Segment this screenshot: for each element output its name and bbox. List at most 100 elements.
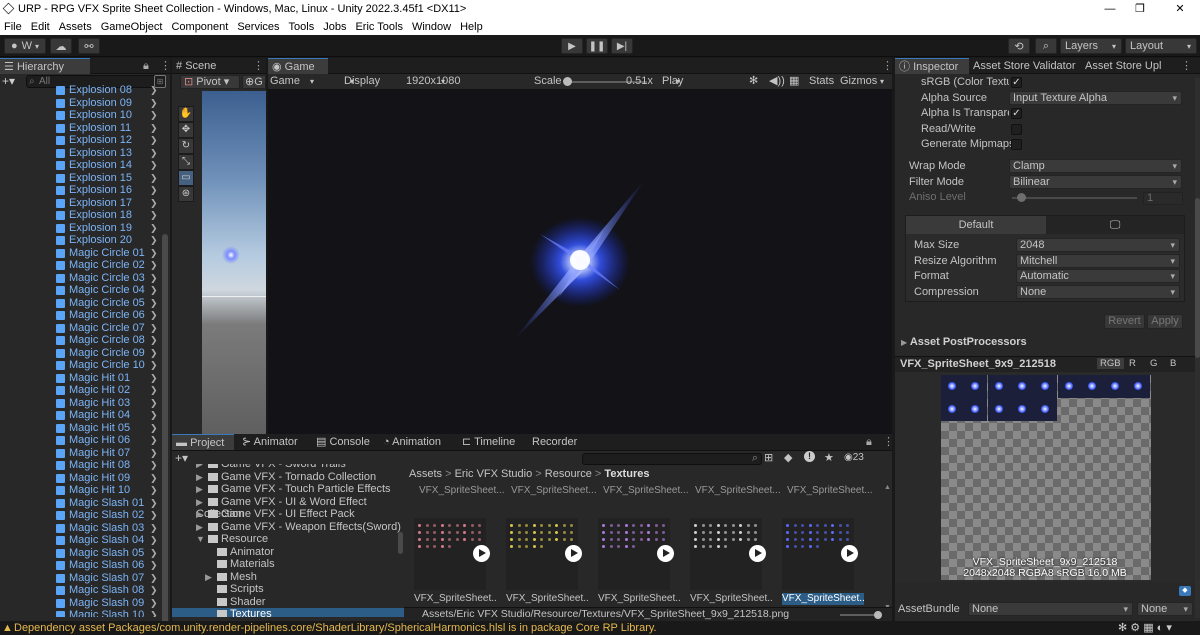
expand-arrow-icon[interactable]: ❯ [150,259,158,272]
hierarchy-item[interactable]: Magic Hit 05 ❯ [0,422,162,435]
channel-b-button[interactable]: B [1170,358,1176,369]
expand-arrow-icon[interactable]: ❯ [150,484,158,497]
expand-arrow-icon[interactable]: ❯ [150,559,158,572]
hierarchy-item[interactable]: Explosion 08 ❯ [0,84,162,97]
hierarchy-item[interactable]: Magic Circle 01 ❯ [0,247,162,260]
expand-arrow-icon[interactable]: ❯ [150,409,158,422]
hierarchy-item[interactable]: Magic Slash 05 ❯ [0,547,162,560]
hierarchy-item[interactable]: Magic Hit 01 ❯ [0,372,162,385]
expand-arrow-icon[interactable]: ❯ [150,497,158,510]
more-menu-icon[interactable]: ⋮ [1181,58,1192,74]
expand-arrow-icon[interactable]: ❯ [150,109,158,122]
hierarchy-item[interactable]: Explosion 09 ❯ [0,97,162,110]
expand-arrow-icon[interactable]: ❯ [150,309,158,322]
aniso-slider-track[interactable] [1012,197,1137,199]
hierarchy-item[interactable]: Magic Circle 04 ❯ [0,284,162,297]
rect-tool-icon[interactable]: ▭ [178,170,194,186]
expand-arrow-icon[interactable]: ❯ [150,509,158,522]
history-icon[interactable]: ⟲ [1008,38,1030,54]
tab-scene[interactable]: # Scene [172,58,232,74]
expand-arrow-icon[interactable]: ❯ [150,159,158,172]
expand-arrow-icon[interactable]: ❯ [150,347,158,360]
breadcrumb-assets[interactable]: Assets [409,468,442,480]
expand-arrow-icon[interactable]: ❯ [150,97,158,110]
format-dropdown[interactable]: Automatic [1016,269,1180,283]
hierarchy-item[interactable]: Explosion 17 ❯ [0,197,162,210]
tab-animator[interactable]: ⊱ Animator [238,434,304,450]
resize-algorithm-dropdown[interactable]: Mitchell [1016,254,1180,268]
wrap-mode-dropdown[interactable]: Clamp [1009,159,1182,173]
folder-tree-item[interactable]: ▶ Mesh [172,571,404,584]
expand-arrow-icon[interactable]: ❯ [150,459,158,472]
step-button[interactable]: ▶| [611,38,633,54]
breadcrumb-eric-vfx-studio[interactable]: Eric VFX Studio [455,468,533,480]
menu-tools[interactable]: Tools [285,21,320,33]
monitor-icon[interactable]: 🖵︎ [1046,216,1184,234]
expand-arrow-icon[interactable]: ❯ [150,334,158,347]
hierarchy-item[interactable]: Magic Slash 02 ❯ [0,509,162,522]
channel-g-button[interactable]: G [1150,358,1157,369]
breadcrumb-resource[interactable]: Resource [545,468,592,480]
menu-window[interactable]: Window [408,21,456,33]
hierarchy-scrollbar[interactable] [162,234,168,634]
tab-recorder[interactable]: Recorder [528,434,583,450]
expand-arrow-icon[interactable]: ❯ [150,197,158,210]
tree-scrollbar[interactable] [398,532,403,554]
expand-arrow-icon[interactable]: ❯ [150,147,158,160]
expand-arrow-icon[interactable]: ❯ [150,209,158,222]
hierarchy-item[interactable]: Explosion 18 ❯ [0,209,162,222]
hierarchy-item[interactable]: Magic Slash 08 ❯ [0,584,162,597]
menu-help[interactable]: Help [456,21,488,33]
maximize-button[interactable]: ❐ [1125,0,1155,18]
global-toggle[interactable]: ⊕G [242,75,266,89]
more-menu-icon[interactable]: ⋮ [883,434,894,450]
hierarchy-item[interactable]: Magic Slash 06 ❯ [0,559,162,572]
play-preview-icon[interactable] [841,545,858,562]
search-by-type-icon[interactable]: ⊞ [764,451,773,464]
hierarchy-item[interactable]: Explosion 20 ❯ [0,234,162,247]
expand-arrow-icon[interactable]: ❯ [150,609,158,617]
more-menu-icon[interactable]: ⋮ [882,58,893,74]
play-preview-icon[interactable] [473,545,490,562]
scene-view[interactable] [202,91,266,434]
cloud-icon[interactable]: ☁ [50,38,72,54]
hierarchy-item[interactable]: Magic Hit 02 ❯ [0,384,162,397]
hierarchy-item[interactable]: Magic Hit 06 ❯ [0,434,162,447]
hierarchy-item[interactable]: Magic Slash 09 ❯ [0,597,162,610]
thumbnail-size-handle[interactable] [874,611,882,619]
expand-arrow-icon[interactable]: ❯ [150,284,158,297]
scale-tool-icon[interactable]: ⤡ [178,154,194,170]
expand-arrow-icon[interactable]: ▶ [196,521,208,534]
more-menu-icon[interactable]: ⋮ [253,58,264,74]
expand-arrow-icon[interactable]: ❯ [150,222,158,235]
assetbundle-dropdown[interactable]: None [968,602,1133,616]
expand-arrow-icon[interactable]: ❯ [150,247,158,260]
hierarchy-item[interactable]: Magic Circle 05 ❯ [0,297,162,310]
hierarchy-item[interactable]: Magic Slash 10 ❯ [0,609,162,617]
expand-arrow-icon[interactable]: ❯ [150,572,158,585]
grid-scrollbar[interactable]: ▲ ▼ [884,484,891,611]
play-button[interactable]: ▶ [561,38,583,54]
hierarchy-item[interactable]: Explosion 15 ❯ [0,172,162,185]
pivot-dropdown[interactable]: ⊡ Pivot ▾ [180,75,240,89]
expand-arrow-icon[interactable]: ❯ [150,297,158,310]
stats-button[interactable]: Stats [809,74,834,89]
favorite-icon[interactable]: ★ [824,451,834,464]
inspector-scrollbar[interactable] [1195,78,1200,618]
expand-arrow-icon[interactable]: ❯ [150,272,158,285]
menu-file[interactable]: File [0,21,27,33]
folder-tree-item[interactable]: ▶ Game VFX - Touch Particle Effects [172,483,404,496]
account-dropdown[interactable]: ● W ▾ [4,38,46,54]
tab-project[interactable]: ▬ Project [172,434,234,450]
expand-arrow-icon[interactable]: ❯ [150,84,158,97]
compression-dropdown[interactable]: None [1016,285,1180,299]
hierarchy-item[interactable]: Magic Hit 03 ❯ [0,397,162,410]
hierarchy-item[interactable]: Magic Circle 06 ❯ [0,309,162,322]
aniso-value-field[interactable]: 1 [1143,192,1183,205]
revert-button[interactable]: Revert [1104,314,1145,329]
expand-arrow-icon[interactable]: ❯ [150,547,158,560]
tab-inspector[interactable]: ⓘ Inspector [895,58,969,74]
expand-arrow-icon[interactable]: ❯ [150,434,158,447]
hierarchy-item[interactable]: Explosion 10 ❯ [0,109,162,122]
hierarchy-item[interactable]: Magic Circle 02 ❯ [0,259,162,272]
